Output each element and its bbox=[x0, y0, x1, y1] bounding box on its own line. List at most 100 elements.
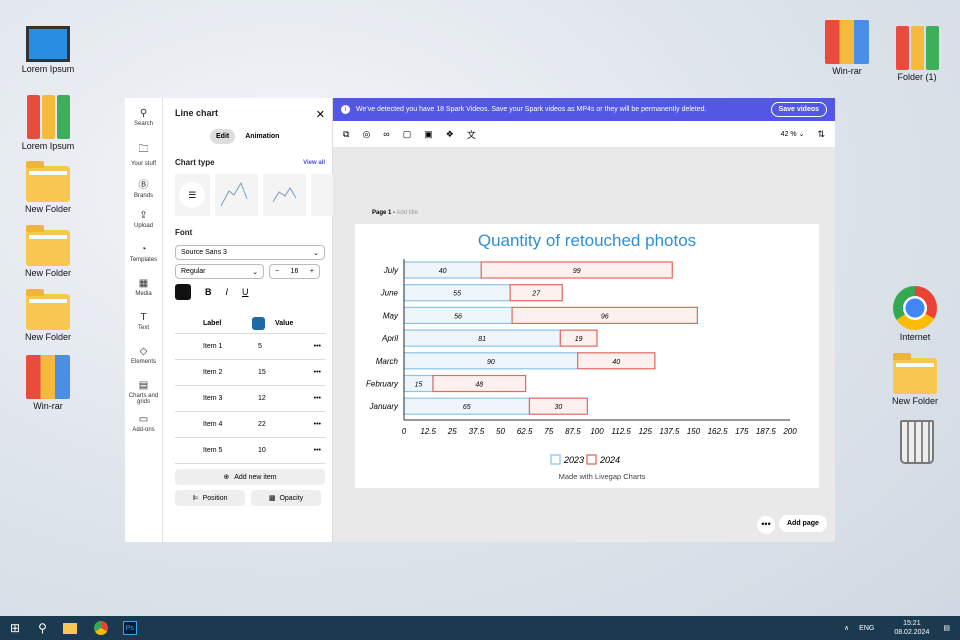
books-icon bbox=[26, 95, 70, 139]
desktop-icon[interactable]: New Folder bbox=[13, 288, 83, 342]
recycle-bin-icon[interactable] bbox=[900, 420, 934, 464]
chrome-icon[interactable] bbox=[93, 621, 108, 635]
zoom-select[interactable]: 42 % ⌄ bbox=[781, 130, 805, 138]
minus-icon[interactable]: − bbox=[275, 268, 279, 275]
resize-icon[interactable]: ⧉ bbox=[343, 129, 349, 140]
more-icon[interactable]: ••• bbox=[314, 343, 321, 350]
position-button[interactable]: ⊫ Position bbox=[175, 490, 245, 506]
computer-icon bbox=[26, 26, 70, 62]
font-size-stepper[interactable]: −16 + bbox=[269, 264, 320, 279]
rail-item[interactable]: ▦ Media bbox=[125, 268, 162, 302]
rail-icon: ▤ bbox=[138, 380, 149, 391]
language-indicator[interactable]: ENG bbox=[859, 625, 874, 632]
desktop-icon[interactable]: New Folder bbox=[13, 224, 83, 278]
windows-start-icon[interactable]: ⊞ bbox=[10, 621, 20, 635]
rail-item[interactable]: T Text bbox=[125, 302, 162, 336]
data-label: 19 bbox=[575, 336, 583, 343]
desktop-icon[interactable]: Win-rar bbox=[812, 20, 882, 76]
category-label: April bbox=[381, 334, 398, 343]
desktop-icon[interactable]: Folder (1) bbox=[882, 26, 952, 82]
underline-button[interactable]: U bbox=[242, 287, 249, 297]
link-icon[interactable]: ∞ bbox=[383, 129, 389, 139]
panel-title: Line chart bbox=[175, 108, 219, 118]
tray-chevron-icon[interactable]: ∧ bbox=[844, 624, 849, 632]
chevron-down-icon: ⌄ bbox=[252, 268, 258, 276]
photoshop-icon[interactable]: Ps bbox=[122, 621, 137, 635]
x-tick-label: 37.5 bbox=[469, 427, 485, 436]
search-icon[interactable]: ⚲ bbox=[38, 621, 47, 635]
rail-item[interactable]: ▤ Charts and grids bbox=[125, 370, 162, 405]
close-icon[interactable]: ✕ bbox=[316, 108, 325, 121]
data-label: 90 bbox=[487, 359, 495, 366]
rail-item[interactable]: ⚲ Search bbox=[125, 98, 162, 132]
desktop-icon[interactable]: Internet bbox=[880, 286, 950, 342]
palette-icon[interactable]: ◎ bbox=[362, 129, 370, 140]
rail-icon: ⚲ bbox=[139, 108, 148, 119]
add-title-link[interactable]: Add title bbox=[396, 210, 418, 216]
clock[interactable]: 15:21 08.02.2024 bbox=[894, 619, 929, 637]
save-videos-button[interactable]: Save videos bbox=[770, 102, 827, 117]
legend-label: 2023 bbox=[563, 455, 584, 465]
data-row[interactable]: Item 4 22 ••• bbox=[175, 412, 325, 438]
chart-type-line[interactable] bbox=[214, 174, 258, 216]
data-row[interactable]: Item 5 10 ••• bbox=[175, 438, 325, 464]
rail-item[interactable]: ◔ Templates bbox=[125, 234, 162, 268]
x-tick-label: 75 bbox=[544, 427, 553, 436]
weight-select[interactable]: Regular ⌄ bbox=[175, 264, 264, 279]
category-label: March bbox=[376, 357, 399, 366]
desktop-icon[interactable]: New Folder bbox=[880, 352, 950, 406]
editor-panel: ⚲ Search 🗀 Your stuff Ⓑ Brands ⇪ Upload ◔ Templat… bbox=[125, 98, 345, 542]
more-button[interactable]: ••• bbox=[757, 516, 775, 534]
opacity-button[interactable]: ▩ Opacity bbox=[251, 490, 321, 506]
view-all-link[interactable]: View all bbox=[303, 160, 325, 166]
data-row[interactable]: Item 2 15 ••• bbox=[175, 360, 325, 386]
rail-item[interactable]: Ⓑ Brands bbox=[125, 166, 162, 200]
x-tick-label: 0 bbox=[402, 427, 407, 436]
add-item-button[interactable]: ⊕ Add new item bbox=[175, 469, 325, 485]
rail-item[interactable]: ⇪ Upload bbox=[125, 200, 162, 234]
tab-edit[interactable]: Edit bbox=[210, 129, 236, 144]
effects-icon[interactable]: ❖ bbox=[446, 129, 454, 140]
more-icon[interactable]: ••• bbox=[314, 369, 321, 376]
layers-icon[interactable]: ⇅ bbox=[817, 129, 825, 140]
side-rail: ⚲ Search 🗀 Your stuff Ⓑ Brands ⇪ Upload ◔ Templat… bbox=[125, 98, 163, 542]
text-color-swatch[interactable] bbox=[175, 284, 191, 300]
desktop-icon[interactable]: Lorem Ipsum bbox=[13, 26, 83, 74]
x-tick-label: 137.5 bbox=[659, 427, 680, 436]
series-color-swatch[interactable] bbox=[252, 317, 265, 330]
rail-icon: 🗀 bbox=[138, 144, 149, 155]
more-icon[interactable]: ••• bbox=[314, 395, 321, 402]
add-page-button[interactable]: Add page bbox=[779, 515, 827, 532]
data-row[interactable]: Item 3 12 ••• bbox=[175, 386, 325, 412]
desktop-icon[interactable]: New Folder bbox=[13, 160, 83, 214]
x-tick-label: 87.5 bbox=[565, 427, 581, 436]
plus-icon[interactable]: + bbox=[310, 268, 314, 275]
rail-item[interactable]: ▭ Add-ons bbox=[125, 404, 162, 438]
folder-icon bbox=[26, 225, 70, 266]
category-label: January bbox=[369, 402, 399, 411]
chart-type-settings[interactable]: ☰ bbox=[175, 174, 210, 216]
desktop-icon[interactable]: Lorem Ipsum bbox=[13, 95, 83, 151]
frame-icon[interactable]: ▣ bbox=[424, 129, 433, 140]
bold-button[interactable]: B bbox=[205, 287, 212, 297]
translate-icon[interactable]: 文 bbox=[467, 128, 476, 141]
font-select[interactable]: Source Sans 3 ⌄ bbox=[175, 245, 325, 260]
tab-animation[interactable]: Animation bbox=[243, 129, 281, 144]
toolbar: ⧉ ◎ ∞ ▢ ▣ ❖ 文 42 % ⌄ ⇅ bbox=[333, 121, 835, 147]
rail-icon: ◔ bbox=[140, 244, 147, 255]
legend-swatch bbox=[586, 454, 597, 465]
chart-card[interactable]: Quantity of retouched photos July 40 99 June… bbox=[355, 224, 819, 488]
more-icon[interactable]: ••• bbox=[314, 447, 321, 454]
desktop-icon[interactable]: Win-rar bbox=[13, 355, 83, 411]
file-explorer-icon[interactable] bbox=[62, 622, 77, 634]
italic-button[interactable]: I bbox=[226, 287, 229, 297]
notification-icon[interactable]: ▤ bbox=[943, 624, 950, 632]
rail-icon: ▭ bbox=[138, 414, 149, 425]
more-icon[interactable]: ••• bbox=[314, 421, 321, 428]
folder-icon bbox=[893, 353, 937, 394]
shape-icon[interactable]: ▢ bbox=[403, 129, 412, 140]
rail-item[interactable]: 🗀 Your stuff bbox=[125, 132, 162, 167]
data-row[interactable]: Item 1 5 ••• bbox=[175, 334, 325, 360]
chart-type-line-grid[interactable] bbox=[262, 174, 306, 216]
rail-item[interactable]: ◇ Elements bbox=[125, 336, 162, 370]
